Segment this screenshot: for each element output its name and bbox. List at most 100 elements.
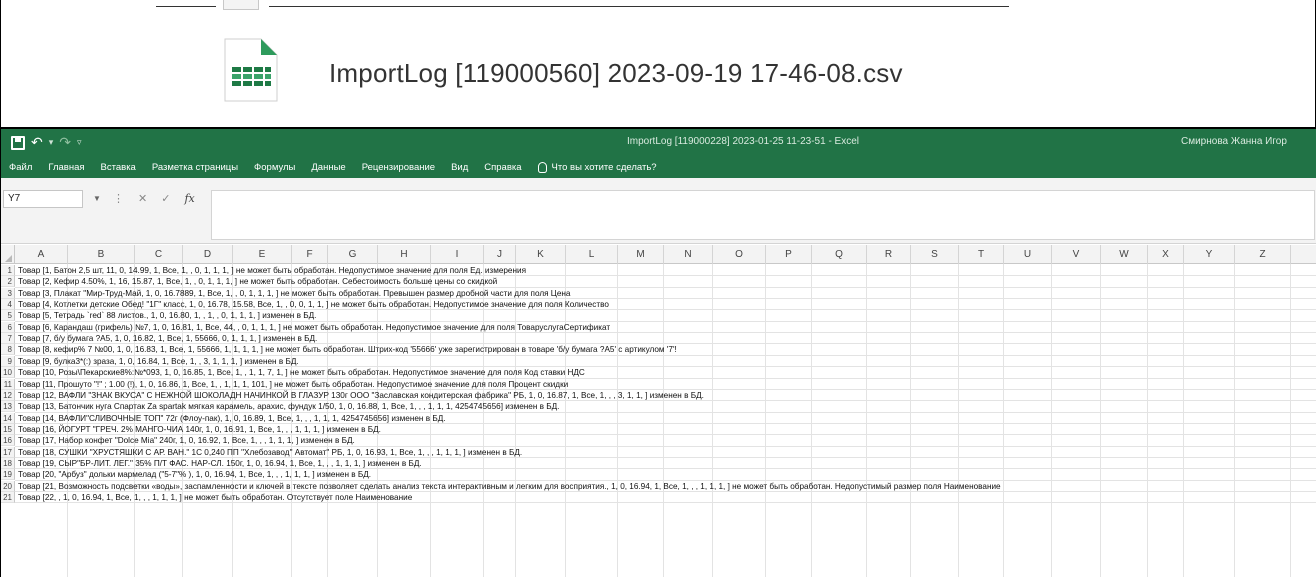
cropped-top-strip [1,0,1315,12]
column-header[interactable]: R [867,245,911,264]
column-header[interactable]: T [959,245,1004,264]
undo-dropdown-icon[interactable]: ▾ [49,137,54,148]
column-header[interactable]: M [618,245,664,264]
cell-a-value[interactable]: Товар [13, Батончик нуга Спартак Za spar… [18,401,559,412]
select-all-corner[interactable] [1,245,15,264]
column-header[interactable]: L [566,245,618,264]
formula-input[interactable] [211,190,1315,240]
column-header[interactable]: J [484,245,516,264]
column-header[interactable]: H [378,245,431,264]
csv-file-icon[interactable] [219,37,281,103]
row-header[interactable]: 6 [1,321,15,333]
table-row: 4 Товар [4, Котлетки детские Обед! "1Г" к… [1,299,1316,311]
cell-a-value[interactable]: Товар [4, Котлетки детские Обед! "1Г" кл… [18,299,609,310]
worksheet-grid[interactable]: ABCDEFGHIJKLMNOPQRSTUVWXYZ 1 Товар [1, Ба… [1,245,1316,577]
divider-line [156,6,216,7]
column-header[interactable]: D [183,245,233,264]
tab-view[interactable]: Вид [451,162,468,173]
row-header[interactable]: 14 [1,412,15,424]
column-header[interactable]: Y [1184,245,1235,264]
column-header[interactable]: C [135,245,183,264]
cell-a-value[interactable]: Товар [11, Прошуто "!" ; 1.00 (!), 1, 0,… [18,379,568,390]
row-header[interactable]: 18 [1,457,15,469]
user-name[interactable]: Смирнова Жанна Игор [1181,136,1287,147]
table-row: 10 Товар [10, Розы\Пекарские8%:№*093, 1, … [1,367,1316,379]
tab-page-layout[interactable]: Разметка страницы [152,162,238,173]
row-header[interactable]: 9 [1,355,15,367]
row-header[interactable]: 5 [1,310,15,322]
tab-help[interactable]: Справка [484,162,521,173]
row-header[interactable]: 19 [1,469,15,481]
tab-data[interactable]: Данные [311,162,345,173]
cell-a-value[interactable]: Товар [2, Кефир 4.50%, 1, 16, 15.87, 1, … [18,276,497,287]
row-header[interactable]: 8 [1,344,15,356]
column-header[interactable]: K [516,245,566,264]
row-header[interactable]: 15 [1,423,15,435]
row-header[interactable]: 11 [1,378,15,390]
row-header[interactable]: 12 [1,389,15,401]
column-header[interactable]: F [292,245,328,264]
tab-file[interactable]: Файл [9,162,32,173]
file-name-label[interactable]: ImportLog [119000560] 2023-09-19 17-46-0… [329,58,903,89]
row-header[interactable]: 13 [1,401,15,413]
cell-a-value[interactable]: Товар [9, булка3*(:) зраза, 1, 0, 16.84,… [18,356,299,367]
cell-a-value[interactable]: Товар [14, ВАФЛИ"СЛИВОЧНЫЕ ТОП" 72г (Фло… [18,413,446,424]
row-header[interactable]: 17 [1,446,15,458]
column-header[interactable]: G [328,245,378,264]
tab-insert[interactable]: Вставка [101,162,136,173]
cell-a-value[interactable]: Товар [21, Возможность подсветки «воды»,… [18,481,1001,492]
redo-icon[interactable]: ↷ [59,134,71,151]
tell-me-box[interactable]: Что вы хотите сделать? [537,161,657,173]
column-header[interactable]: E [233,245,292,264]
column-header[interactable]: S [911,245,959,264]
column-header[interactable]: Z [1235,245,1291,264]
cell-a-value[interactable]: Товар [19, СЫР"БР-ЛИТ. ЛЕГ." 35% П/Т ФАС… [18,458,422,469]
cancel-icon[interactable]: ✕ [138,192,147,205]
column-header[interactable]: B [68,245,135,264]
column-header[interactable]: V [1052,245,1101,264]
column-header[interactable]: P [766,245,812,264]
enter-icon[interactable]: ✓ [161,192,170,205]
cell-a-value[interactable]: Товар [12, ВАФЛИ "ЗНАК ВКУСА" С НЕЖНОЙ Ш… [18,390,704,401]
column-header[interactable]: A [15,245,68,264]
cell-a-value[interactable]: Товар [3, Плакат "Мир-Труд-Май, 1, 0, 16… [18,288,571,299]
table-row: 17 Товар [18, СУШКИ "ХРУСТЯШКИ С АР. ВАН.… [1,446,1316,458]
row-header[interactable]: 2 [1,276,15,288]
formula-bar-area: Y7 ▼ ⋮ ✕ ✓ fx [1,188,1316,244]
row-header[interactable]: 7 [1,333,15,345]
cell-a-value[interactable]: Товар [16, ЙОГУРТ "ГРЕЧ. 2% МАНГО-ЧИА 14… [18,424,381,435]
save-icon[interactable] [11,135,25,150]
row-header[interactable]: 3 [1,287,15,299]
column-header[interactable]: N [664,245,713,264]
cell-a-value[interactable]: Товар [5, Тетрадь `red` 88 листов., 1, 0… [18,310,316,321]
cell-a-value[interactable]: Товар [6, Карандаш (грифель) №7, 1, 0, 1… [18,322,610,333]
row-header[interactable]: 1 [1,265,15,276]
row-header[interactable]: 20 [1,480,15,492]
cell-a-value[interactable]: Товар [22, , 1, 0, 16.94, 1, Все, 1, , ,… [18,492,412,503]
column-header[interactable]: X [1148,245,1184,264]
name-box-dropdown-icon[interactable]: ▼ [93,194,101,203]
cell-a-value[interactable]: Товар [1, Батон 2,5 шт, 11, 0, 14.99, 1,… [18,265,526,276]
insert-function-icon[interactable]: fx [184,192,194,205]
cell-a-value[interactable]: Товар [10, Розы\Пекарские8%:№*093, 1, 0,… [18,367,585,378]
cell-a-value[interactable]: Товар [18, СУШКИ "ХРУСТЯШКИ С АР. ВАН." … [18,447,522,458]
cell-a-value[interactable]: Товар [8, кефир% 7 №00, 1, 0, 16.83, 1, … [18,344,677,355]
name-box[interactable]: Y7 [3,190,83,208]
tab-home[interactable]: Главная [48,162,84,173]
column-header[interactable]: U [1004,245,1052,264]
cell-a-value[interactable]: Товар [17, Набор конфет "Dolce Mia" 240г… [18,435,355,446]
column-header[interactable]: I [431,245,484,264]
column-header[interactable]: Q [812,245,867,264]
cell-a-value[interactable]: Товар [20, "Арбуз" дольки мармелад ("5-7… [18,469,371,480]
undo-icon[interactable]: ↶ [31,134,43,151]
row-header[interactable]: 21 [1,492,15,503]
tab-review[interactable]: Рецензирование [362,162,435,173]
cell-a-value[interactable]: Товар [7, б/у бумага ?А5, 1, 0, 16.82, 1… [18,333,317,344]
row-header[interactable]: 16 [1,435,15,447]
column-header[interactable]: W [1101,245,1148,264]
row-header[interactable]: 4 [1,299,15,311]
row-header[interactable]: 10 [1,367,15,379]
tab-formulas[interactable]: Формулы [254,162,295,173]
column-header[interactable]: O [713,245,766,264]
customize-qat-icon[interactable]: ▿ [77,137,82,148]
